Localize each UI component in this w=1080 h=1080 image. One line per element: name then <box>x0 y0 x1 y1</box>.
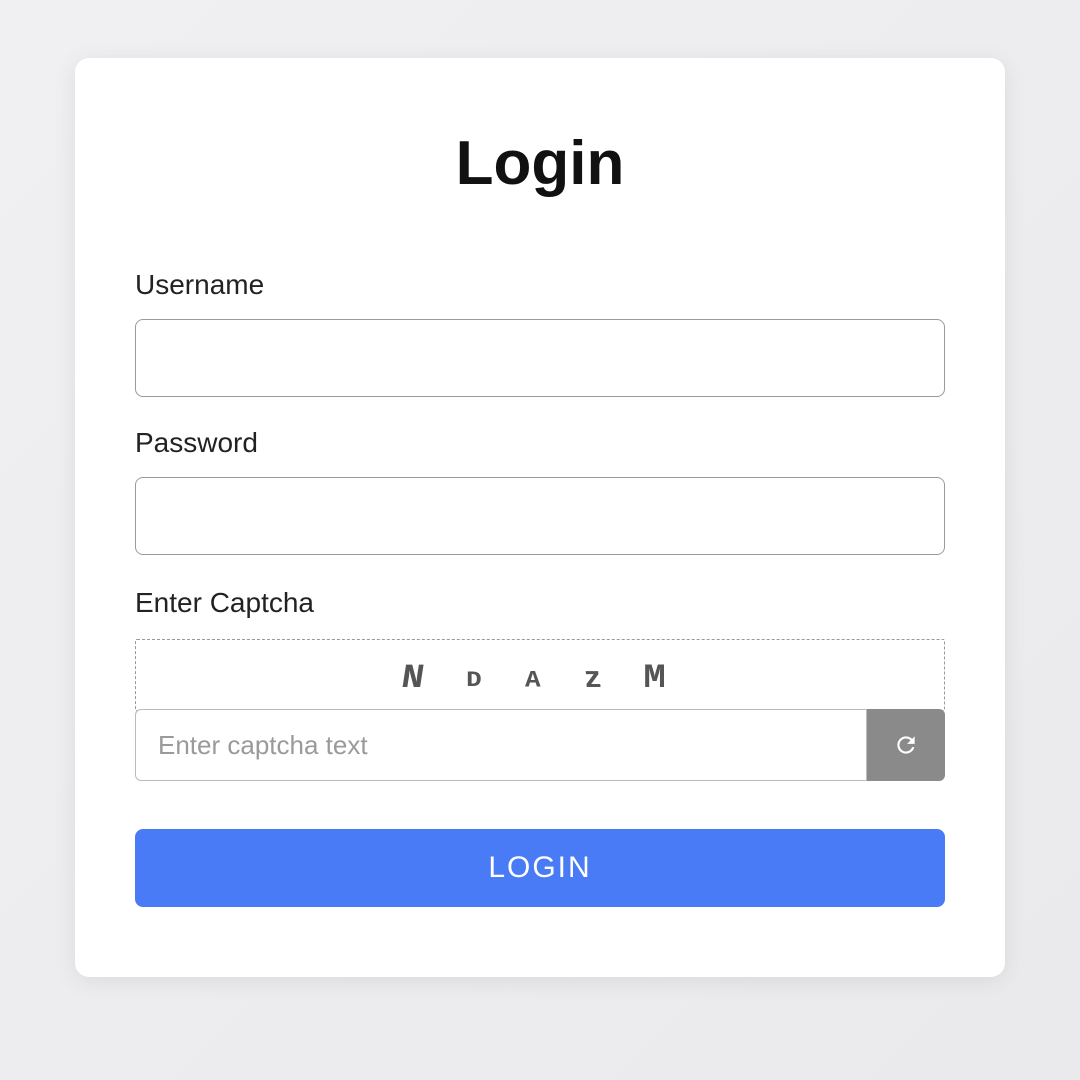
captcha-char: A <box>525 667 553 694</box>
username-input[interactable] <box>135 319 945 397</box>
username-group: Username <box>135 269 945 397</box>
password-input[interactable] <box>135 477 945 555</box>
captcha-section: Enter Captcha N D A z M <box>135 587 945 781</box>
captcha-char: M <box>643 660 679 698</box>
captcha-char: z <box>582 663 616 697</box>
refresh-icon <box>893 732 919 758</box>
captcha-input-row <box>135 709 945 781</box>
captcha-label: Enter Captcha <box>135 587 945 619</box>
captcha-refresh-button[interactable] <box>867 709 945 781</box>
captcha-image-box: N D A z M <box>135 639 945 711</box>
login-card: Login Username Password Enter Captcha N … <box>75 58 1005 977</box>
login-button[interactable]: LOGIN <box>135 829 945 907</box>
captcha-char: D <box>466 667 494 693</box>
password-label: Password <box>135 427 945 459</box>
captcha-input[interactable] <box>135 709 867 781</box>
page-title: Login <box>135 128 945 199</box>
captcha-char: N <box>398 660 440 698</box>
username-label: Username <box>135 269 945 301</box>
captcha-challenge-text: N D A z M <box>136 660 944 698</box>
password-group: Password <box>135 427 945 555</box>
